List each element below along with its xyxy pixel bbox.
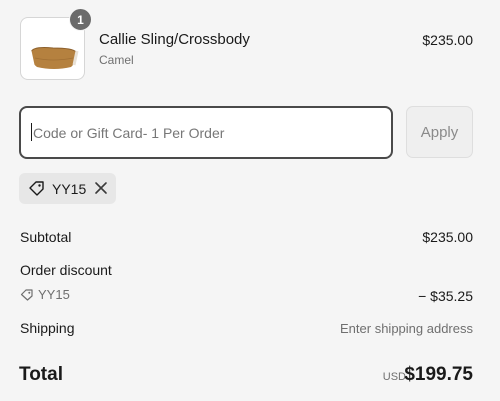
subtotal-label: Subtotal — [20, 229, 72, 245]
subtotal-value: $235.00 — [422, 229, 473, 245]
shipping-value: Enter shipping address — [340, 321, 473, 336]
product-name: Callie Sling/Crossbody — [99, 31, 250, 48]
tag-icon — [29, 181, 44, 196]
text-cursor — [31, 123, 32, 141]
total-label: Total — [19, 364, 63, 385]
discount-code-field[interactable] — [19, 106, 393, 159]
order-summary: 1 Callie Sling/Crossbody Camel $235.00 A… — [0, 0, 500, 401]
tag-icon — [20, 289, 33, 301]
currency-code: USD — [382, 371, 406, 383]
shipping-label: Shipping — [20, 320, 75, 336]
order-discount-label: Order discount — [20, 262, 112, 278]
product-variant: Camel — [99, 53, 134, 67]
product-price: $235.00 — [422, 32, 473, 48]
applied-discount-code: YY15 — [52, 181, 87, 197]
discount-code-input[interactable] — [21, 108, 391, 157]
discount-value: − $35.25 — [418, 288, 473, 304]
remove-discount-icon[interactable] — [94, 181, 108, 195]
discount-code-label: YY15 — [38, 287, 70, 302]
total-value: $199.75 — [404, 364, 473, 385]
applied-discount-chip: YY15 — [19, 173, 116, 204]
apply-button[interactable]: Apply — [406, 106, 473, 158]
quantity-badge: 1 — [69, 8, 92, 31]
